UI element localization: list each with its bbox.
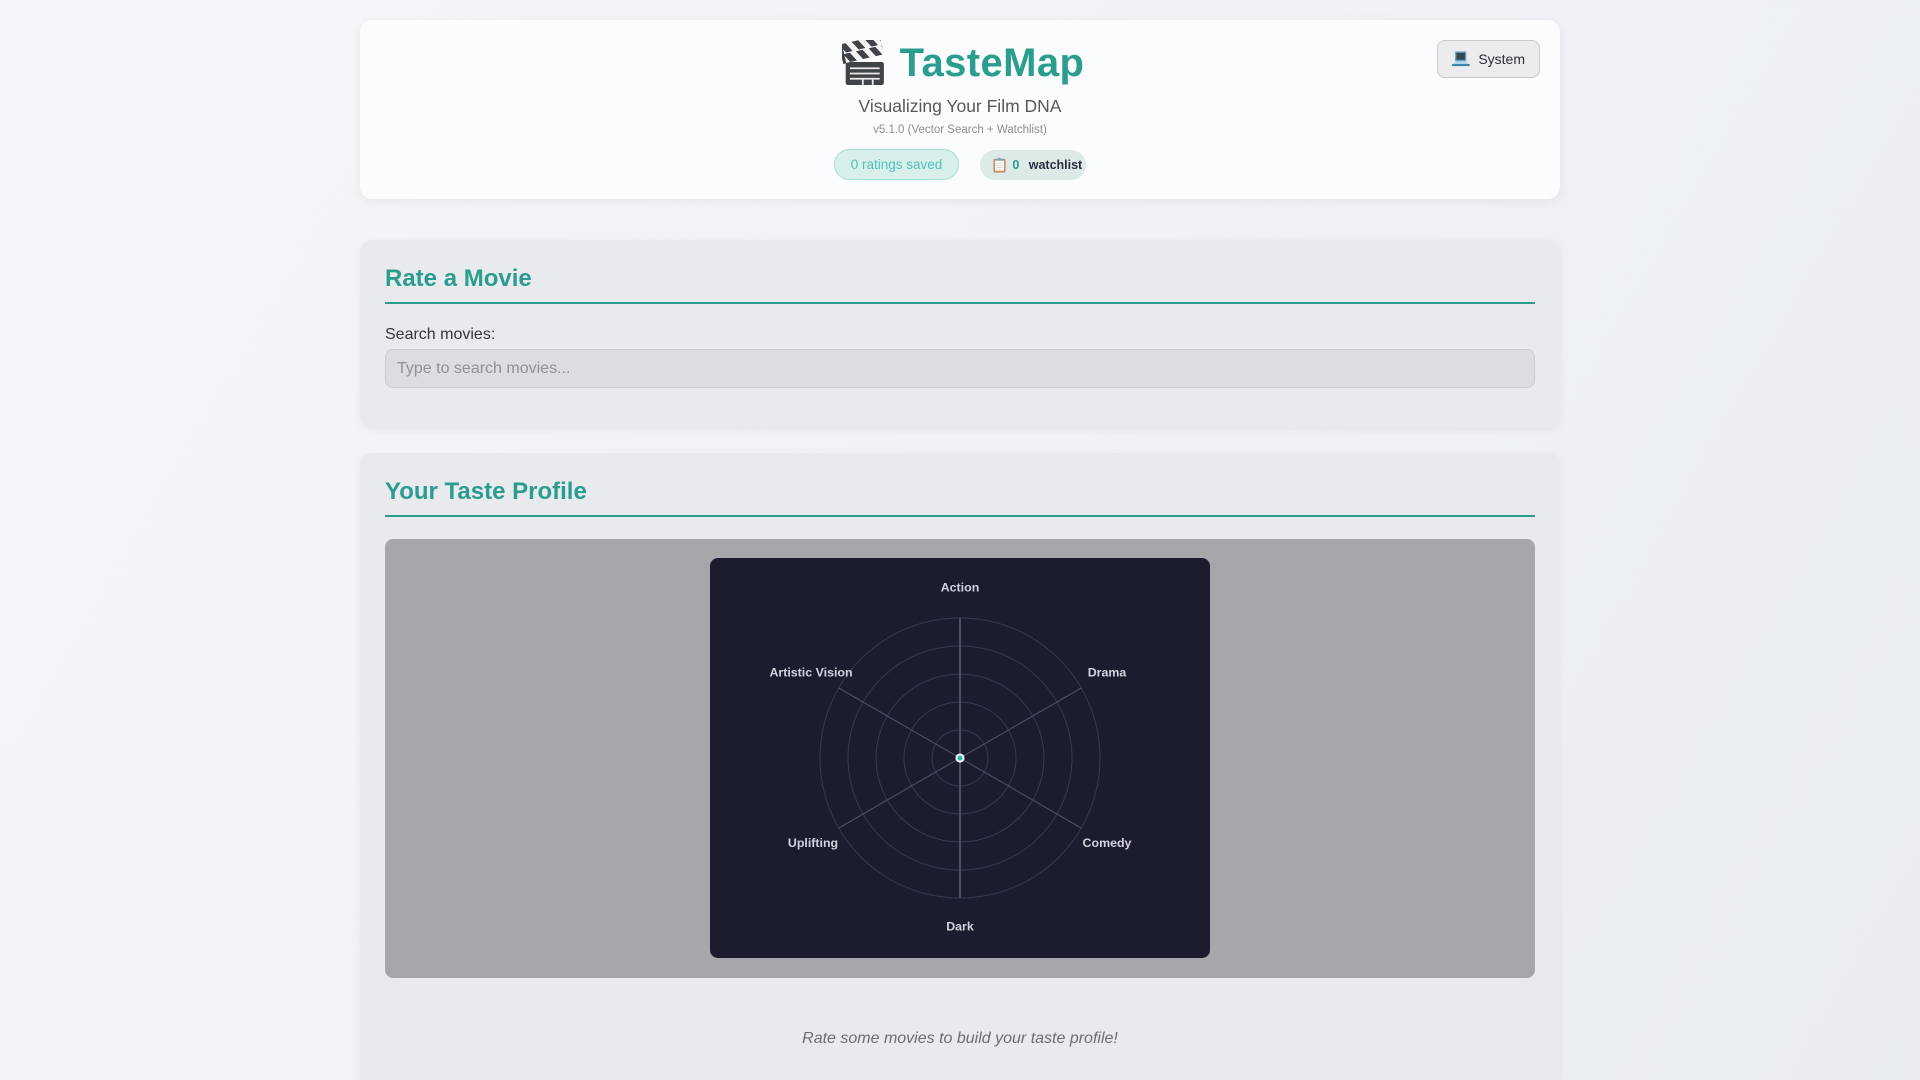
svg-text:Action: Action <box>941 581 980 595</box>
svg-text:Uplifting: Uplifting <box>788 836 838 850</box>
svg-text:Drama: Drama <box>1088 666 1127 680</box>
svg-text:Dark: Dark <box>946 920 974 934</box>
svg-text:Comedy: Comedy <box>1083 836 1132 850</box>
svg-text:Artistic Vision: Artistic Vision <box>769 666 852 680</box>
